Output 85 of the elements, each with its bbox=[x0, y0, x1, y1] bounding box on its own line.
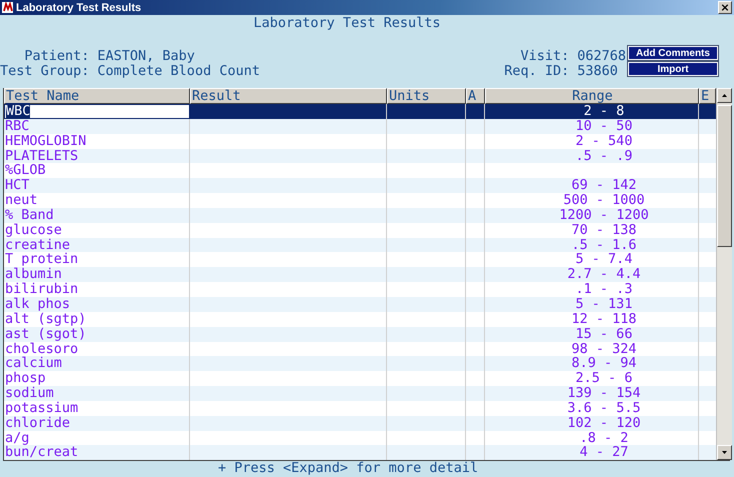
test-name-cell-text: phosp bbox=[4, 371, 47, 386]
table-row[interactable]: RBC 10 - 50 bbox=[4, 118, 716, 134]
table-row[interactable]: sodium 139 - 154 bbox=[4, 386, 716, 401]
group-label: Test Group: bbox=[0, 64, 90, 79]
test-name-cell-text: calcium bbox=[4, 356, 63, 372]
table-row[interactable]: PLATELETS .5 - .9 bbox=[4, 148, 716, 164]
test-name-cell-text: HCT bbox=[4, 178, 30, 194]
range-cell: .8 - 2 bbox=[580, 430, 628, 446]
scrollbar-thumb[interactable] bbox=[717, 105, 732, 247]
test-name-cell-text: a/g bbox=[4, 430, 30, 446]
range-cell: 500 - 1000 bbox=[563, 192, 645, 208]
range-cell: 8.9 - 94 bbox=[571, 355, 637, 372]
range-header[interactable]: Range bbox=[485, 88, 699, 104]
range-cell: 70 - 138 bbox=[571, 222, 637, 238]
test-name-cell-text: glucose bbox=[4, 222, 63, 238]
test-name-cell-text: chloride bbox=[4, 416, 70, 431]
range-cell: 98 - 324 bbox=[571, 340, 637, 356]
e-header[interactable]: E bbox=[699, 88, 716, 104]
status-hint: + Press <Expand> for more detail bbox=[217, 461, 480, 476]
test-name-cell-text: T protein bbox=[4, 252, 80, 268]
table-row[interactable]: HCT 69 - 142 bbox=[4, 178, 716, 194]
patient-value: EASTON, Baby bbox=[97, 49, 196, 64]
test-name-cell-text: sodium bbox=[4, 386, 55, 401]
group-value: Complete Blood Count bbox=[97, 64, 260, 79]
range-cell: 12 - 118 bbox=[571, 310, 637, 327]
test-name-header[interactable]: Test Name bbox=[4, 88, 190, 104]
test-name-cell-text: potassium bbox=[4, 400, 80, 416]
range-cell: 1200 - 1200 bbox=[559, 206, 649, 223]
range-cell: 102 - 120 bbox=[567, 414, 641, 431]
test-name-cell-text: ast (sgot) bbox=[4, 326, 88, 342]
table-row[interactable]: bun/creat 4 - 27 bbox=[4, 445, 716, 460]
test-name-cell-text: %GLOB bbox=[4, 163, 47, 178]
test-name-cell-text: RBC bbox=[4, 118, 30, 134]
table-row[interactable]: alk phos 5 - 131 bbox=[4, 296, 716, 312]
patient-label: Patient: bbox=[23, 49, 90, 64]
range-cell: 10 - 50 bbox=[576, 118, 632, 134]
range-cell: 15 - 66 bbox=[576, 326, 632, 342]
visit-label: Visit: bbox=[519, 49, 570, 64]
import-button[interactable]: Import bbox=[628, 62, 718, 76]
range-cell: 139 - 154 bbox=[567, 385, 641, 402]
range-cell: .5 - 1.6 bbox=[571, 236, 637, 253]
table-row[interactable]: WBC 2 - 8 bbox=[4, 104, 716, 119]
result-header[interactable]: Result bbox=[190, 88, 387, 104]
a-header[interactable]: A bbox=[466, 88, 485, 104]
test-name-cell-text: neut bbox=[4, 193, 39, 208]
range-cell: 2.7 - 4.4 bbox=[567, 266, 641, 282]
app-icon bbox=[2, 2, 13, 13]
range-cell: 2.5 - 6 bbox=[576, 370, 632, 386]
test-name-cell-text: % Band bbox=[4, 208, 55, 223]
visit-value: 062768 bbox=[577, 49, 626, 64]
test-name-cell-text: cholesoro bbox=[4, 342, 78, 356]
test-name-cell-text: bun/creat bbox=[4, 445, 80, 460]
table-row[interactable]: chloride 102 - 120 bbox=[4, 416, 716, 431]
test-name-field[interactable]: WBC bbox=[4, 104, 190, 119]
units-header[interactable]: Units bbox=[387, 88, 466, 104]
table-row[interactable]: HEMOGLOBIN 2 - 540 bbox=[4, 134, 716, 149]
close-button[interactable]: × bbox=[718, 1, 732, 14]
req-label: Req. ID: bbox=[504, 64, 570, 79]
table-row[interactable]: creatine .5 - 1.6 bbox=[4, 238, 716, 252]
test-name-cell-text: PLATELETS bbox=[4, 148, 80, 164]
range-cell: 4 - 27 bbox=[580, 444, 628, 460]
test-name-cell-text: bilirubin bbox=[4, 282, 80, 297]
test-name-cell-text: creatine bbox=[4, 238, 70, 252]
range-cell: 5 - 131 bbox=[576, 296, 632, 312]
test-name-cell-text: alk phos bbox=[4, 296, 72, 312]
table-row[interactable]: % Band 1200 - 1200 bbox=[4, 208, 716, 223]
add-comments-button[interactable]: Add Comments bbox=[628, 46, 718, 60]
test-name-cell-text: HEMOGLOBIN bbox=[4, 134, 88, 149]
range-cell: 5 - 7.4 bbox=[576, 251, 632, 268]
table-row[interactable]: ast (sgot) 15 - 66 bbox=[4, 326, 716, 342]
range-cell: .5 - .9 bbox=[576, 148, 632, 164]
scroll-up-icon[interactable] bbox=[717, 88, 732, 103]
table-row[interactable]: calcium 8.9 - 94 bbox=[4, 356, 716, 372]
range-cell: 2 - 8 bbox=[584, 103, 624, 119]
range-cell: 3.6 - 5.5 bbox=[567, 400, 641, 416]
range-cell: .1 - .3 bbox=[576, 281, 632, 298]
test-name-cell-text: alt (sgtp) bbox=[4, 312, 88, 327]
window-title: Laboratory Test Results bbox=[16, 2, 142, 14]
screen-title: Laboratory Test Results bbox=[252, 15, 442, 32]
req-value: 53860 bbox=[577, 64, 619, 79]
scroll-down-icon[interactable] bbox=[717, 445, 732, 460]
table-row[interactable]: albumin 2.7 - 4.4 bbox=[4, 267, 716, 282]
range-cell: 69 - 142 bbox=[571, 177, 637, 194]
test-name-cell-text: albumin bbox=[4, 267, 63, 282]
range-cell: 2 - 540 bbox=[576, 132, 632, 149]
